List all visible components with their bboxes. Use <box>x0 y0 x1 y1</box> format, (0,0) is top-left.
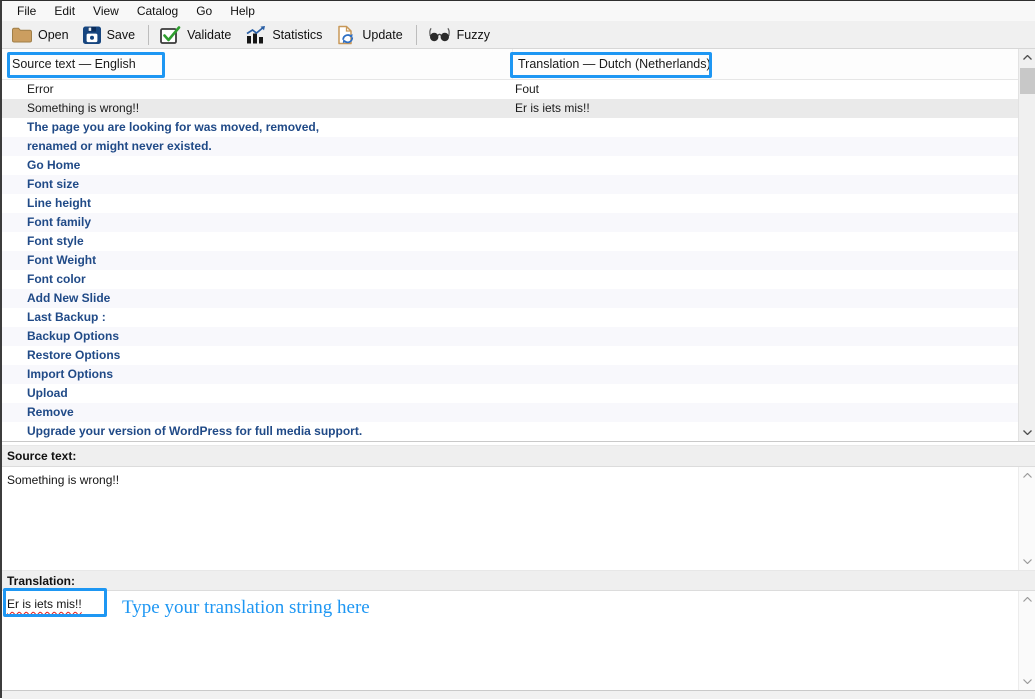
translation-list-panel: Source text — English Translation — Dutc… <box>2 49 1035 442</box>
source-cell: Upload <box>2 384 512 403</box>
fuzzy-button-label: Fuzzy <box>457 28 490 42</box>
source-cell: Font family <box>2 213 512 232</box>
update-refresh-icon <box>335 25 357 45</box>
save-icon <box>82 25 102 45</box>
source-cell: Backup Options <box>2 327 512 346</box>
source-cell: Import Options <box>2 365 512 384</box>
update-button-label: Update <box>362 28 402 42</box>
list-item[interactable]: Add New Slide <box>2 289 1018 308</box>
statistics-button-label: Statistics <box>272 28 322 42</box>
source-cell: Remove <box>2 403 512 422</box>
save-button-label: Save <box>107 28 136 42</box>
source-text-value: Something is wrong!! <box>7 473 119 487</box>
fuzzy-button[interactable]: Fuzzy <box>422 24 498 45</box>
translation-label-text: Translation: <box>7 574 75 588</box>
translation-scrollbar[interactable] <box>1018 591 1035 690</box>
toolbar-separator <box>148 25 149 45</box>
list-item[interactable]: Font size <box>2 175 1018 194</box>
annotation-note: Type your translation string here <box>122 597 370 619</box>
scroll-down-icon[interactable] <box>1019 673 1035 690</box>
update-button[interactable]: Update <box>330 23 410 47</box>
source-cell: Add New Slide <box>2 289 512 308</box>
toolbar-separator <box>416 25 417 45</box>
statistics-chart-icon <box>244 25 267 45</box>
scroll-up-icon[interactable] <box>1019 49 1035 66</box>
scroll-down-icon[interactable] <box>1019 424 1035 441</box>
scroll-up-icon[interactable] <box>1019 467 1035 484</box>
source-cell: The page you are looking for was moved, … <box>2 118 512 137</box>
scroll-down-icon[interactable] <box>1019 553 1035 570</box>
list-item[interactable]: Backup Options <box>2 327 1018 346</box>
source-cell: Last Backup : <box>2 308 512 327</box>
open-button-label: Open <box>38 28 69 42</box>
list-item[interactable]: The page you are looking for was moved, … <box>2 118 1018 137</box>
list-item[interactable]: Upload <box>2 384 1018 403</box>
source-cell: Error <box>2 80 512 99</box>
toolbar: Open Save Validate Statistics Update <box>2 21 1035 49</box>
menu-view[interactable]: View <box>84 2 128 20</box>
menu-go[interactable]: Go <box>187 2 221 20</box>
source-cell: renamed or might never existed. <box>2 137 512 156</box>
source-cell: Font Weight <box>2 251 512 270</box>
scroll-up-icon[interactable] <box>1019 591 1035 608</box>
open-folder-icon <box>11 25 33 44</box>
source-text-label-text: Source text: <box>7 449 76 463</box>
source-column-header[interactable]: Source text — English <box>2 57 512 71</box>
open-button[interactable]: Open <box>6 23 77 46</box>
list-item[interactable]: renamed or might never existed. <box>2 137 1018 156</box>
list-item[interactable]: Upgrade your version of WordPress for fu… <box>2 422 1018 441</box>
list-item[interactable]: Error Fout <box>2 80 1018 99</box>
poedit-window: File Edit View Catalog Go Help Open Save… <box>0 0 1035 698</box>
list-item[interactable]: Restore Options <box>2 346 1018 365</box>
translation-text-value[interactable]: Er is iets mis!! <box>7 597 82 611</box>
translation-label: Translation: <box>2 570 1035 591</box>
statistics-button[interactable]: Statistics <box>239 23 330 47</box>
list-item[interactable]: Import Options <box>2 365 1018 384</box>
translation-input-area[interactable]: Er is iets mis!! Type your translation s… <box>2 591 1035 690</box>
list-item[interactable]: Something is wrong!! Er is iets mis!! <box>2 99 1018 118</box>
source-cell: Restore Options <box>2 346 512 365</box>
fuzzy-glasses-icon <box>427 26 452 43</box>
source-text-label: Source text: <box>2 445 1035 467</box>
list-item[interactable]: Font style <box>2 232 1018 251</box>
list-item[interactable]: Remove <box>2 403 1018 422</box>
source-cell: Something is wrong!! <box>2 99 512 118</box>
list-item[interactable]: Last Backup : <box>2 308 1018 327</box>
validate-button-label: Validate <box>187 28 231 42</box>
list-item[interactable]: Line height <box>2 194 1018 213</box>
validate-button[interactable]: Validate <box>154 23 239 47</box>
scrollbar-thumb[interactable] <box>1020 68 1035 94</box>
source-cell: Font size <box>2 175 512 194</box>
menu-help[interactable]: Help <box>221 2 264 20</box>
list-item[interactable]: Go Home <box>2 156 1018 175</box>
list-item[interactable]: Font Weight <box>2 251 1018 270</box>
menu-bar: File Edit View Catalog Go Help <box>2 1 1035 21</box>
validate-check-icon <box>159 25 182 45</box>
translation-column-header[interactable]: Translation — Dutch (Netherlands) <box>512 49 1035 79</box>
save-button[interactable]: Save <box>77 23 144 47</box>
menu-file[interactable]: File <box>8 2 45 20</box>
source-cell: Line height <box>2 194 512 213</box>
translation-cell: Fout <box>512 80 1018 99</box>
source-cell: Font style <box>2 232 512 251</box>
list-item[interactable]: Font color <box>2 270 1018 289</box>
source-cell: Upgrade your version of WordPress for fu… <box>2 422 512 441</box>
menu-edit[interactable]: Edit <box>45 2 84 20</box>
translation-list: Error Fout Something is wrong!! Er is ie… <box>2 80 1018 441</box>
translation-cell: Er is iets mis!! <box>512 99 1018 118</box>
source-scrollbar[interactable] <box>1018 467 1035 570</box>
menu-catalog[interactable]: Catalog <box>128 2 187 20</box>
list-scrollbar[interactable] <box>1018 49 1035 441</box>
list-header: Source text — English Translation — Dutc… <box>2 49 1035 80</box>
source-cell: Go Home <box>2 156 512 175</box>
source-cell: Font color <box>2 270 512 289</box>
list-item[interactable]: Font family <box>2 213 1018 232</box>
source-text-area: Something is wrong!! <box>2 467 1035 570</box>
